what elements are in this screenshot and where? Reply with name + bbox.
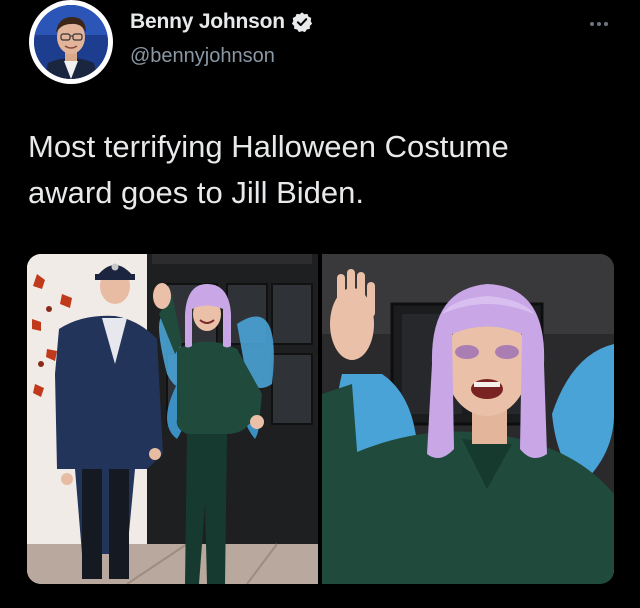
photo-couple-at-door[interactable] [27, 254, 318, 584]
tweet-card: Benny Johnson @bennyjohnson Most terrify… [0, 0, 640, 608]
more-options-icon[interactable] [584, 14, 614, 34]
author-handle[interactable]: @bennyjohnson [130, 45, 275, 68]
avatar-photo [34, 5, 108, 79]
verified-badge-icon [291, 12, 313, 33]
author-display-name[interactable]: Benny Johnson [130, 10, 285, 34]
tweet-media [27, 254, 614, 584]
tweet-text: Most terrifying Halloween Costume award … [28, 124, 618, 216]
tweet-text-line-1: Most terrifying Halloween Costume [28, 129, 509, 164]
author-name-row[interactable]: Benny Johnson [130, 10, 313, 34]
avatar[interactable] [29, 0, 113, 84]
tweet-text-line-2: award goes to Jill Biden. [28, 175, 365, 210]
photo-closeup-costume[interactable] [322, 254, 614, 584]
